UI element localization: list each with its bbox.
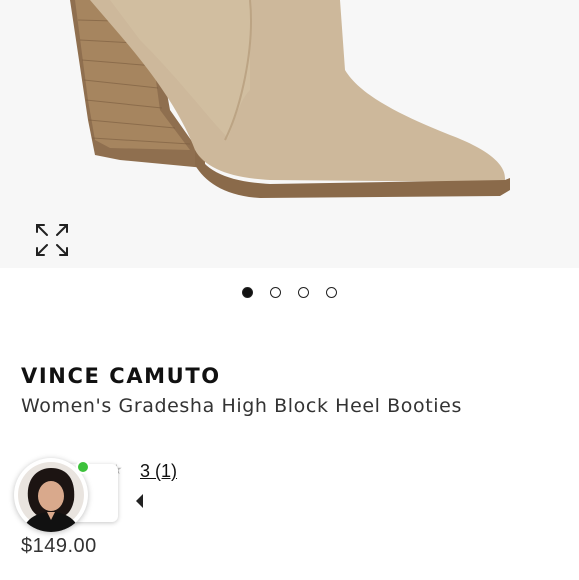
pagination-dot-3[interactable]: [298, 287, 309, 298]
chat-widget[interactable]: [14, 458, 143, 532]
product-title: Women's Gradesha High Block Heel Booties: [21, 395, 462, 417]
product-brand[interactable]: VINCE CAMUTO: [21, 364, 221, 388]
expand-image-button[interactable]: [33, 221, 71, 259]
product-price: $149.00: [21, 535, 97, 557]
pagination-dot-2[interactable]: [270, 287, 281, 298]
rating-reviews-link[interactable]: 3 (1): [140, 461, 177, 482]
pagination-dot-4[interactable]: [326, 287, 337, 298]
pagination-dot-1[interactable]: [242, 287, 253, 298]
boot-image: [0, 0, 579, 268]
expand-icon: [36, 224, 68, 256]
online-status-dot: [76, 460, 90, 474]
chevron-left-icon: [136, 494, 143, 508]
product-image[interactable]: [0, 0, 579, 268]
